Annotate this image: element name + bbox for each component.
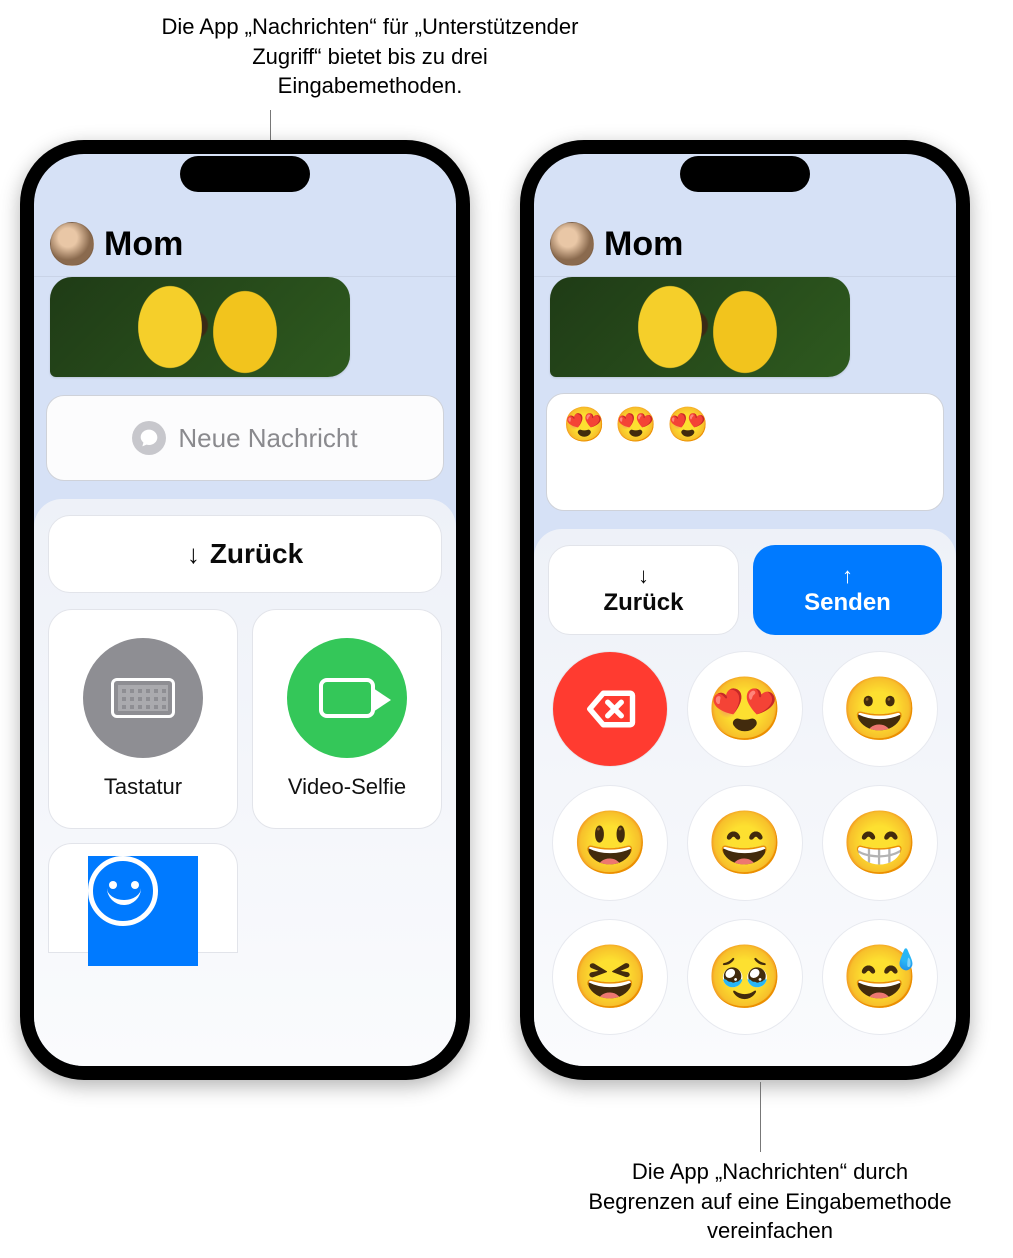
dynamic-island bbox=[180, 156, 310, 192]
emoji-key[interactable]: 😅 bbox=[822, 919, 938, 1035]
send-button[interactable]: ↑ Senden bbox=[753, 545, 942, 635]
new-message-icon bbox=[132, 421, 166, 455]
back-button[interactable]: ↓ Zurück bbox=[548, 545, 739, 635]
emoji-key[interactable]: 😀 bbox=[822, 651, 938, 767]
emoji-key[interactable]: 😆 bbox=[552, 919, 668, 1035]
action-row: ↓ Zurück ↑ Senden bbox=[548, 545, 942, 635]
emoji-key[interactable]: 😍 bbox=[687, 651, 803, 767]
phones-row: Mom Neue Nachricht ↓ Zurück bbox=[20, 140, 970, 1080]
compose-placeholder: Neue Nachricht bbox=[178, 423, 357, 454]
arrow-up-icon: ↑ bbox=[842, 563, 853, 589]
emoji-key[interactable]: 😁 bbox=[822, 785, 938, 901]
back-label: Zurück bbox=[603, 589, 683, 617]
screen-right: Mom 😍 😍 😍 ↓ Zurück ↑ Senden bbox=[534, 154, 956, 1066]
avatar bbox=[50, 222, 94, 266]
tile-emoji-partial[interactable] bbox=[48, 843, 238, 953]
keyboard-icon bbox=[83, 638, 203, 758]
messages-area bbox=[534, 277, 956, 387]
received-image-bubble[interactable] bbox=[50, 277, 350, 377]
arrow-down-icon: ↓ bbox=[638, 563, 649, 589]
back-button[interactable]: ↓ Zurück bbox=[48, 515, 442, 593]
emoji-key[interactable]: 😃 bbox=[552, 785, 668, 901]
received-image-bubble[interactable] bbox=[550, 277, 850, 377]
compose-value: 😍 😍 😍 bbox=[563, 406, 709, 444]
dynamic-island bbox=[680, 156, 810, 192]
emoji-key[interactable]: 🥹 bbox=[687, 919, 803, 1035]
caption-top: Die App „Nachrichten“ für „Unterstützend… bbox=[160, 12, 580, 101]
messages-area bbox=[34, 277, 456, 387]
emoji-icon bbox=[88, 856, 198, 966]
tile-video-label: Video-Selfie bbox=[288, 774, 406, 800]
contact-name: Mom bbox=[104, 225, 183, 264]
callout-line-bottom bbox=[760, 1082, 761, 1152]
input-tiles-grid: Tastatur Video-Selfie bbox=[48, 609, 442, 953]
caption-bottom: Die App „Nachrichten“ durch Begrenzen au… bbox=[580, 1157, 960, 1246]
tile-keyboard-label: Tastatur bbox=[104, 774, 182, 800]
contact-name: Mom bbox=[604, 225, 683, 264]
backspace-icon bbox=[583, 682, 637, 736]
back-label: Zurück bbox=[210, 538, 303, 570]
delete-key[interactable] bbox=[552, 651, 668, 767]
phone-left: Mom Neue Nachricht ↓ Zurück bbox=[20, 140, 470, 1080]
avatar bbox=[550, 222, 594, 266]
compose-field[interactable]: 😍 😍 😍 bbox=[546, 393, 944, 511]
emoji-panel: ↓ Zurück ↑ Senden 😍 bbox=[534, 529, 956, 1066]
tile-video-selfie[interactable]: Video-Selfie bbox=[252, 609, 442, 829]
emoji-keyboard: 😍 😀 😃 😄 😁 😆 🥹 😅 bbox=[548, 651, 942, 1035]
compose-field[interactable]: Neue Nachricht bbox=[46, 395, 444, 481]
input-panel: ↓ Zurück Tastatur Video-Selfie bbox=[34, 499, 456, 1066]
arrow-down-icon: ↓ bbox=[187, 539, 200, 570]
tile-keyboard[interactable]: Tastatur bbox=[48, 609, 238, 829]
screen-left: Mom Neue Nachricht ↓ Zurück bbox=[34, 154, 456, 1066]
phone-right: Mom 😍 😍 😍 ↓ Zurück ↑ Senden bbox=[520, 140, 970, 1080]
send-label: Senden bbox=[804, 589, 891, 617]
video-icon bbox=[287, 638, 407, 758]
emoji-key[interactable]: 😄 bbox=[687, 785, 803, 901]
